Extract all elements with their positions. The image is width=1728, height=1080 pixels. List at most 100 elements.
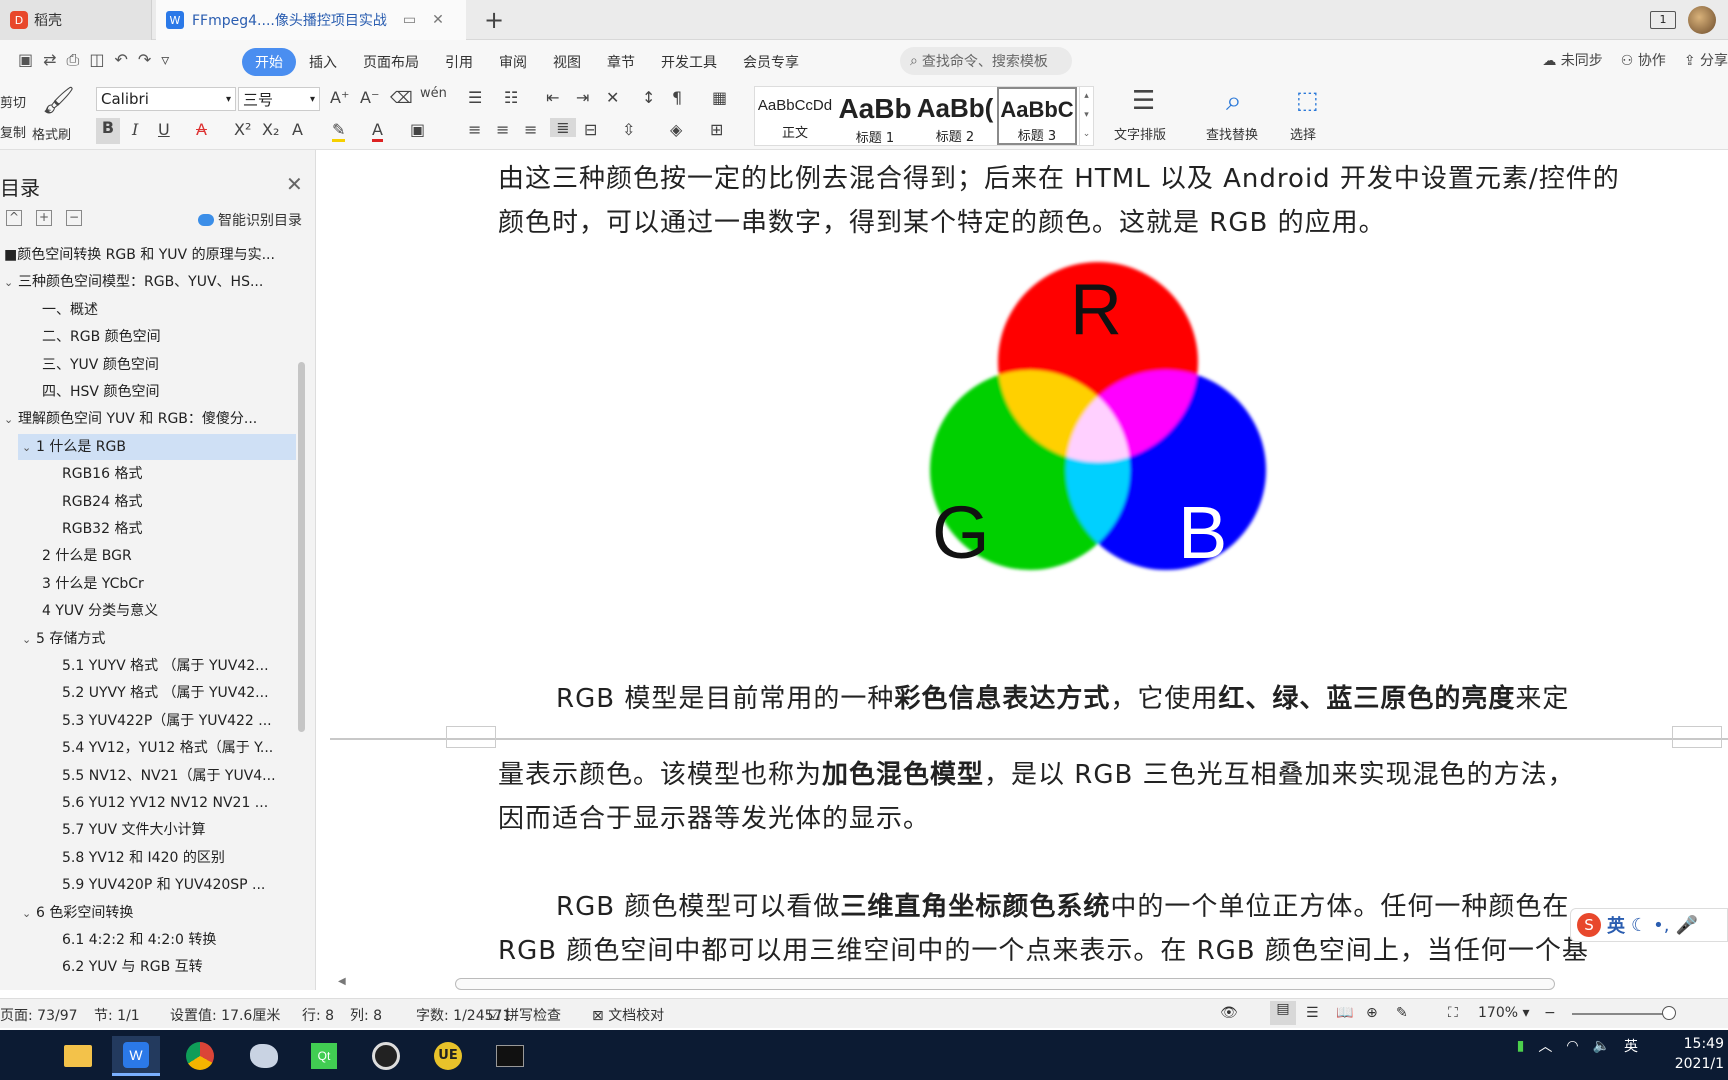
distribute-icon[interactable]: ⊟ [584, 120, 597, 139]
menu-tab-developer[interactable]: 开发工具 [648, 48, 730, 76]
sort-icon[interactable]: ↕ [642, 88, 655, 107]
wps-writer-icon[interactable]: W [112, 1036, 160, 1076]
toc-item[interactable]: 二、RGB 颜色空间 [0, 324, 298, 350]
close-tab-icon[interactable]: ✕ [432, 12, 444, 28]
remove-entry-icon[interactable]: − [66, 210, 82, 226]
collapse-all-icon[interactable]: ^ [6, 210, 22, 226]
toc-item[interactable]: ⌄ 三种颜色空间模型：RGB、YUV、HS... [0, 269, 298, 295]
avatar[interactable] [1688, 6, 1716, 34]
toc-item[interactable]: 5.7 YUV 文件大小计算 [0, 817, 298, 843]
toc-item[interactable]: RGB24 格式 [0, 489, 298, 515]
zoom-slider[interactable] [1572, 1013, 1670, 1015]
italic-icon[interactable]: I [132, 120, 138, 139]
file-explorer-icon[interactable] [54, 1036, 102, 1076]
zoom-level[interactable]: 170% ▾ [1478, 1005, 1530, 1021]
bullets-icon[interactable]: ☰ [468, 88, 482, 107]
save-icon[interactable]: ▣ [18, 50, 33, 70]
style-heading-3[interactable]: AaBbC 标题 3 [997, 87, 1077, 145]
read-view-icon[interactable]: 📖 [1336, 1005, 1353, 1021]
horizontal-scrollbar[interactable] [455, 978, 1555, 990]
chinese-layout-icon[interactable]: ✕ [606, 88, 619, 107]
ime-toolbar[interactable]: S 英 ☾ •, 🎤 [1570, 908, 1728, 942]
chevron-down-icon[interactable]: ⌄ [22, 435, 36, 460]
copy-button[interactable]: 复制 [0, 122, 26, 141]
page-count[interactable]: 页面: 73/97 [0, 1005, 78, 1025]
qt-creator-icon[interactable]: Qt [300, 1036, 348, 1076]
toc-item[interactable]: ⌄ 5 存储方式 [0, 626, 298, 652]
decrease-indent-icon[interactable]: ⇤ [546, 88, 559, 107]
menu-tab-chapter[interactable]: 章节 [594, 48, 648, 76]
toc-item[interactable]: 5.1 YUYV 格式 （属于 YUV42... [0, 653, 298, 679]
toc-item[interactable]: RGB32 格式 [0, 516, 298, 542]
borders-icon[interactable]: ⊞ [710, 120, 723, 139]
toc-scrollbar[interactable] [298, 362, 305, 732]
sync-status[interactable]: ☁ 未同步 [1542, 50, 1602, 70]
toc-item[interactable]: 4 YUV 分类与意义 [0, 598, 298, 624]
toc-item[interactable]: 6.2 YUV 与 RGB 互转 [0, 954, 298, 980]
volume-icon[interactable]: 🔈 [1593, 1038, 1610, 1054]
toc-item[interactable]: 一、概述 [0, 297, 298, 323]
zoom-out-icon[interactable]: − [1544, 1005, 1556, 1021]
strikethrough-icon[interactable]: A [196, 120, 207, 139]
menu-tab-layout[interactable]: 页面布局 [350, 48, 432, 76]
customize-icon[interactable]: ▿ [161, 50, 169, 70]
print-icon[interactable]: ⎙ [67, 50, 80, 70]
spell-check-button[interactable]: ☑ 拼写检查 [488, 1005, 561, 1025]
add-entry-icon[interactable]: + [36, 210, 52, 226]
style-heading-1[interactable]: AaBb 标题 1 [835, 87, 915, 146]
wifi-icon[interactable]: ◠ [1566, 1038, 1578, 1054]
highlight-icon[interactable]: ✎ [332, 120, 346, 142]
toc-item[interactable]: 5.3 YUV422P（属于 YUV422 ... [0, 708, 298, 734]
format-painter-button[interactable]: 格式刷 [32, 124, 71, 143]
toc-item[interactable]: 5.8 YV12 和 I420 的区别 [0, 845, 298, 871]
toc-item[interactable]: 5.2 UYVY 格式 （属于 YUV42... [0, 680, 298, 706]
chevron-down-icon[interactable]: ⌄ [22, 901, 36, 926]
toc-item[interactable]: ■颜色空间转换 RGB 和 YUV 的原理与实... [0, 242, 298, 268]
style-heading-2[interactable]: AaBb( 标题 2 [915, 87, 995, 145]
share-button[interactable]: ⇪ 分享 [1684, 50, 1728, 70]
toc-item[interactable]: 5.4 YV12，YU12 格式（属于 Y... [0, 735, 298, 761]
cut-button[interactable]: 剪切 [0, 92, 26, 111]
command-search[interactable]: ⌕ 查找命令、搜索模板 [900, 47, 1072, 75]
outline-view-icon[interactable]: ☰ [1306, 1005, 1319, 1021]
toc-item[interactable]: 6.1 4:2:2 和 4:2:0 转换 [0, 927, 298, 953]
new-tab-button[interactable]: + [484, 6, 504, 34]
toc-item[interactable]: 5.6 YU12 YV12 NV12 NV21 ... [0, 790, 298, 816]
eye-protect-icon[interactable]: 👁 [1220, 1005, 1238, 1021]
font-color-icon[interactable]: A [372, 120, 383, 142]
toc-item[interactable]: 5.5 NV12、NV21（属于 YUV4... [0, 763, 298, 789]
undo-icon[interactable]: ↶ [114, 50, 127, 70]
tray-expand-icon[interactable]: ︿ [1538, 1036, 1552, 1056]
window-count-badge[interactable]: 1 [1650, 11, 1676, 29]
line-spacing-icon[interactable]: ⇳ [622, 120, 635, 139]
smart-toc-button[interactable]: 智能识别目录 [198, 210, 302, 230]
shrink-font-icon[interactable]: A⁻ [360, 88, 379, 107]
numbering-icon[interactable]: ☷ [504, 88, 518, 107]
font-size-select[interactable]: 三号 ▾ [238, 87, 320, 111]
show-marks-icon[interactable]: ¶ [672, 88, 682, 107]
chrome-icon[interactable] [176, 1036, 224, 1076]
underline-icon[interactable]: U [158, 120, 170, 139]
web-view-icon[interactable]: ⊕ [1366, 1005, 1378, 1021]
chevron-down-icon[interactable]: ⌄ [4, 270, 18, 295]
superscript-icon[interactable]: X² [234, 120, 251, 139]
toc-item[interactable]: 四、HSV 颜色空间 [0, 379, 298, 405]
shading-icon[interactable]: ◈ [670, 120, 682, 139]
toc-item[interactable]: 2 什么是 BGR [0, 543, 298, 569]
find-replace-button[interactable]: 查找替换 [1206, 124, 1258, 143]
menu-tab-home[interactable]: 开始 [242, 48, 296, 76]
menu-tab-review[interactable]: 审阅 [486, 48, 540, 76]
menu-tab-view[interactable]: 视图 [540, 48, 594, 76]
align-left-icon[interactable]: ≡ [468, 120, 481, 139]
tab-document[interactable]: W FFmpeg4....像头播控项目实战 ▭ ✕ [156, 0, 466, 40]
chevron-down-icon[interactable]: ⌄ [22, 627, 36, 652]
justify-icon[interactable]: ≣ [550, 118, 576, 137]
style-gallery-scroll[interactable]: ▴ ▾ ⌄ [1079, 87, 1093, 145]
menu-tab-member[interactable]: 会员专享 [730, 48, 812, 76]
select-button[interactable]: 选择 [1290, 124, 1316, 143]
toc-item[interactable]: ⌄ 理解颜色空间 YUV 和 RGB：傻傻分... [0, 406, 298, 432]
battery-icon[interactable]: ▮ [1517, 1038, 1525, 1054]
close-icon[interactable]: ✕ [286, 172, 303, 196]
terminal-icon[interactable] [486, 1036, 534, 1076]
toc-item[interactable]: ⌄ 1 什么是 RGB [18, 433, 296, 460]
